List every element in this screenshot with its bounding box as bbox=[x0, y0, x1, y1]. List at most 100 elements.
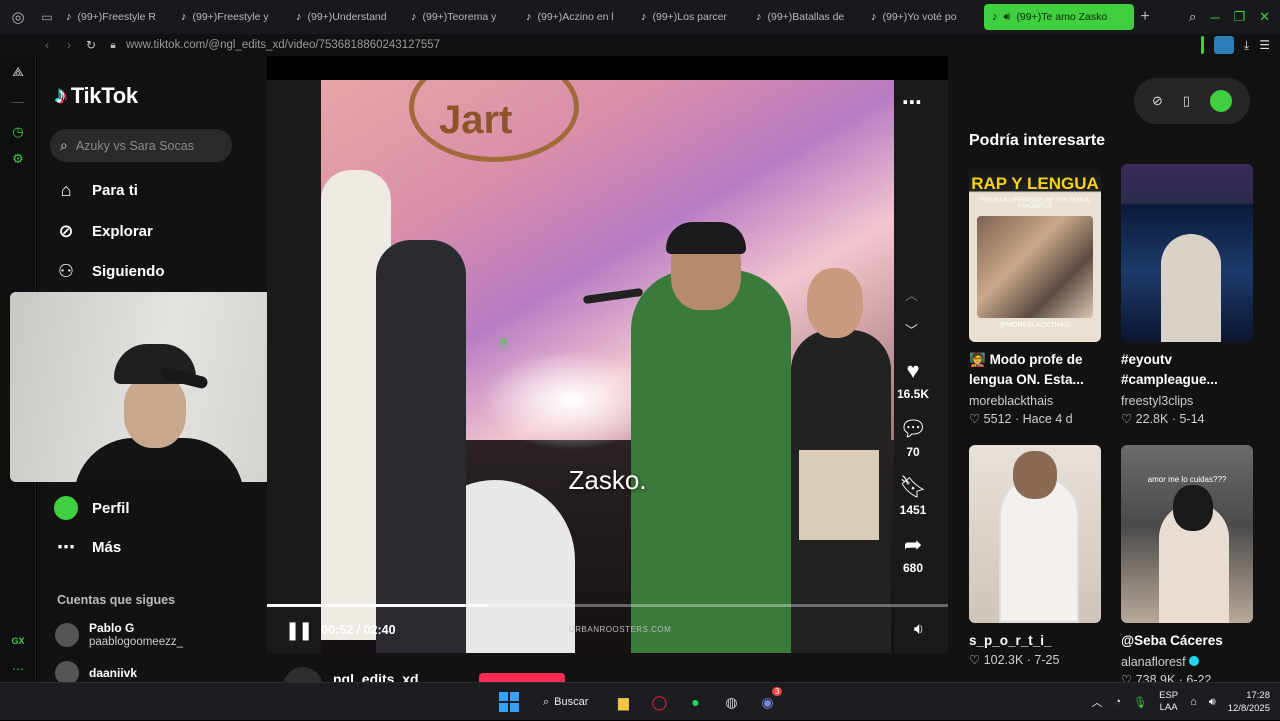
browser-tab[interactable]: ♪ (99+)Batallas de bbox=[748, 4, 863, 30]
video-thumbnail[interactable] bbox=[1121, 164, 1253, 342]
tray-app-icon[interactable]: ◔ bbox=[1115, 696, 1122, 708]
tab-islands-icon[interactable]: ▭ bbox=[36, 0, 58, 34]
settings-gear-icon[interactable]: ⚙ bbox=[0, 151, 36, 167]
time-display: 00:52 / 02:40 bbox=[321, 623, 396, 637]
chevron-up-icon[interactable]: ︿ bbox=[1092, 694, 1103, 710]
opera-gx-logo-icon[interactable]: ◎ bbox=[0, 0, 36, 34]
next-video-button[interactable]: ﹀ bbox=[905, 320, 918, 339]
video-frame[interactable]: Jart Zasko. URBANROOSTERS.COM bbox=[321, 80, 894, 653]
video-player[interactable]: Jart Zasko. URBANROOSTERS.COM ⋯ ︿ ﹀ ♥ 16… bbox=[267, 80, 948, 653]
browser-tab[interactable]: ♪ (99+)Freestyle y bbox=[173, 4, 288, 30]
browser-tab[interactable]: ♪ (99+)Aczino en l bbox=[518, 4, 633, 30]
network-icon[interactable]: ⌂ bbox=[1190, 696, 1197, 708]
video-author-bar: ngl_edits_xd bbox=[267, 653, 948, 707]
search-icon: ⌕ bbox=[60, 137, 68, 153]
video-thumbnail[interactable]: amor me lo cuidas??? bbox=[1121, 445, 1253, 623]
discord-icon[interactable]: ◉ 3 bbox=[756, 687, 783, 713]
chrome-like-icon[interactable]: ◍ bbox=[720, 691, 742, 713]
download-icon[interactable]: ⤓ bbox=[1244, 38, 1249, 53]
card-stats: ♡ 102.3K · 7-25 bbox=[969, 653, 1060, 667]
save-count: 1451 bbox=[899, 503, 927, 517]
search-box[interactable]: ⌕ bbox=[50, 129, 232, 162]
file-explorer-icon[interactable]: ▆ bbox=[612, 691, 634, 713]
previous-video-button[interactable]: ︿ bbox=[905, 285, 918, 304]
progress-bar[interactable] bbox=[267, 604, 948, 607]
compass-icon[interactable]: ⊘ bbox=[1152, 93, 1163, 109]
browser-tab-bar: ◎ ▭ ♪ (99+)Freestyle R ♪ (99+)Freestyle y … bbox=[0, 0, 1280, 34]
gx-control-icon[interactable]: ⟁ bbox=[0, 64, 36, 80]
user-avatar[interactable] bbox=[1209, 90, 1232, 112]
language-indicator[interactable]: ESP LAA bbox=[1159, 690, 1178, 714]
card-caption: s_p_o_r_t_i_ bbox=[969, 633, 1052, 648]
search-tabs-icon[interactable]: ⌕ bbox=[1189, 9, 1196, 25]
mouse-cursor-icon: ✋︎ bbox=[499, 336, 509, 353]
share-button[interactable]: ➦ 680 bbox=[893, 532, 933, 575]
mobile-icon[interactable]: ▯ bbox=[1183, 93, 1190, 109]
following-account[interactable]: Pablo G paablogoomeezz_ bbox=[55, 621, 183, 649]
nav-item-mas[interactable]: ⋯ Más bbox=[54, 537, 121, 558]
reload-button[interactable]: ↻ bbox=[80, 38, 102, 52]
volume-icon[interactable]: 🔉︎ bbox=[914, 621, 924, 639]
opera-gx-icon[interactable]: ◯ bbox=[648, 691, 670, 713]
verified-badge-icon bbox=[1188, 656, 1199, 666]
card-stats: ♡ 22.8K · 5-14 bbox=[1121, 412, 1205, 426]
card-author[interactable]: freestyl3clips bbox=[1121, 392, 1253, 410]
compass-icon: ⊘ bbox=[58, 221, 74, 241]
nav-item-perfil[interactable]: Perfil bbox=[54, 496, 130, 520]
card-author[interactable]: alanafloresf bbox=[1121, 653, 1253, 671]
video-thumbnail[interactable]: RAP Y LENGUA FIGURAS LITERARIAS DE TUS T… bbox=[969, 164, 1101, 342]
card-author[interactable]: moreblackthais bbox=[969, 392, 1101, 410]
minimize-button[interactable]: ─ bbox=[1210, 10, 1219, 25]
browser-tab-active[interactable]: ♪ 🔊︎ (99+)Te amo Zasko bbox=[984, 4, 1134, 30]
more-sidebar-icon[interactable]: ⋯ bbox=[0, 662, 36, 676]
video-card[interactable]: s_p_o_r_t_i_ ♡ 102.3K · 7-25 bbox=[969, 445, 1101, 669]
menu-icon[interactable]: ☰ bbox=[1259, 38, 1270, 52]
player-controls: ❚❚ 00:52 / 02:40 🔉︎ bbox=[267, 616, 948, 644]
share-icon: ➦ bbox=[903, 532, 923, 557]
history-icon[interactable]: ◷ bbox=[0, 124, 36, 140]
spotify-icon[interactable]: ● bbox=[684, 691, 706, 713]
video-thumbnail[interactable] bbox=[969, 445, 1101, 623]
back-button[interactable]: ‹ bbox=[36, 38, 58, 52]
bookmark-icon: 🔖︎ bbox=[899, 474, 927, 499]
progress-fill bbox=[267, 604, 489, 607]
maximize-button[interactable]: ❐ bbox=[1233, 9, 1245, 25]
lock-icon[interactable]: 🔒︎ bbox=[102, 40, 124, 51]
tiktok-favicon-icon: ♪ bbox=[871, 11, 877, 23]
url-field[interactable]: www.tiktok.com/@ngl_edits_xd/video/75368… bbox=[126, 39, 440, 51]
video-card[interactable]: RAP Y LENGUA FIGURAS LITERARIAS DE TUS T… bbox=[969, 164, 1101, 428]
browser-tab[interactable]: ♪ (99+)Freestyle R bbox=[58, 4, 173, 30]
browser-tab[interactable]: ♪ (99+)Los parcer bbox=[633, 4, 748, 30]
windows-start-icon[interactable] bbox=[499, 692, 519, 712]
nav-item-siguiendo[interactable]: ⚇ Siguiendo bbox=[54, 261, 165, 282]
pause-button[interactable]: ❚❚ bbox=[285, 620, 313, 641]
close-button[interactable]: ✕ bbox=[1259, 9, 1270, 25]
taskbar-search[interactable]: ⌕ Buscar bbox=[533, 696, 598, 709]
tiktok-logo[interactable]: ♪ TikTok bbox=[55, 82, 138, 110]
browser-tab[interactable]: ♪ (99+)Teorema y bbox=[403, 4, 518, 30]
like-count: 16.5K bbox=[896, 387, 930, 401]
nav-item-para-ti[interactable]: ⌂ Para ti bbox=[54, 180, 138, 201]
video-card[interactable]: amor me lo cuidas??? @Seba Cáceres alana… bbox=[1121, 445, 1253, 689]
nav-item-explorar[interactable]: ⊘ Explorar bbox=[54, 221, 152, 242]
forward-button[interactable]: › bbox=[58, 38, 80, 52]
speaker-icon[interactable]: 🔊︎ bbox=[1004, 11, 1011, 24]
search-input[interactable] bbox=[75, 138, 216, 153]
comment-button[interactable]: 💬︎ 70 bbox=[893, 416, 933, 459]
clock[interactable]: 17:28 12/8/2025 bbox=[1228, 689, 1270, 715]
new-tab-button[interactable]: + bbox=[1134, 8, 1156, 26]
gx-corner-icon[interactable]: GX bbox=[0, 636, 36, 646]
browser-tab[interactable]: ♪ (99+)Understand bbox=[288, 4, 403, 30]
volume-icon[interactable]: 🔊︎ bbox=[1209, 696, 1216, 709]
extension-icon[interactable] bbox=[1213, 36, 1234, 54]
account-avatar bbox=[55, 623, 79, 647]
microphone-icon[interactable]: 🎙︎ bbox=[1133, 696, 1147, 709]
more-options-button[interactable]: ⋯ bbox=[902, 90, 922, 115]
like-button[interactable]: ♥ 16.5K bbox=[893, 358, 933, 401]
video-card[interactable]: #eyoutv #campleague... freestyl3clips ♡ … bbox=[1121, 164, 1253, 428]
save-button[interactable]: 🔖︎ 1451 bbox=[893, 474, 933, 517]
browser-tab[interactable]: ♪ (99+)Yo voté po bbox=[863, 4, 978, 30]
heart-icon: ♥ bbox=[906, 358, 920, 383]
tiktok-favicon-icon: ♪ bbox=[641, 11, 647, 23]
home-icon: ⌂ bbox=[60, 180, 72, 200]
